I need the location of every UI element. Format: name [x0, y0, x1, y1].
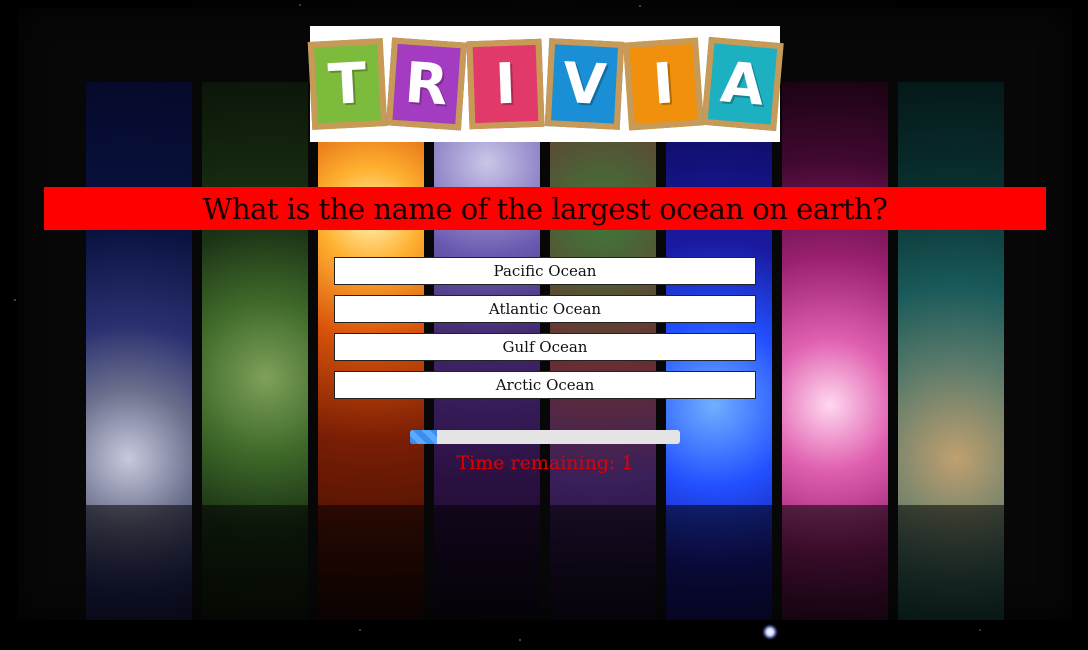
- answer-button[interactable]: Arctic Ocean: [334, 371, 756, 399]
- star-icon: [762, 624, 778, 640]
- trivia-logo: T R I V I A: [307, 26, 784, 142]
- answer-button[interactable]: Atlantic Ocean: [334, 295, 756, 323]
- space-panel: [202, 82, 308, 620]
- space-panel: [898, 82, 1004, 620]
- logo-letter-tile: V: [544, 38, 625, 130]
- answer-button[interactable]: Pacific Ocean: [334, 257, 756, 285]
- game-stage: T R I V I A What is the name of the larg…: [0, 0, 1088, 650]
- time-remaining-text: Time remaining: 1: [456, 452, 634, 474]
- space-panel: [782, 82, 888, 620]
- logo-letter-tile: I: [623, 37, 704, 131]
- time-progress-bar: [410, 430, 680, 444]
- logo-letter-tile: T: [307, 38, 388, 130]
- question-text: What is the name of the largest ocean on…: [202, 191, 888, 226]
- logo-letter-tile: A: [701, 36, 784, 132]
- answer-button[interactable]: Gulf Ocean: [334, 333, 756, 361]
- time-progress-fill: [410, 430, 437, 444]
- logo-letter-tile: I: [466, 38, 545, 130]
- logo-letter-tile: R: [386, 37, 467, 131]
- space-panel: [86, 82, 192, 620]
- question-banner: What is the name of the largest ocean on…: [44, 187, 1046, 230]
- answer-list: Pacific Ocean Atlantic Ocean Gulf Ocean …: [334, 257, 756, 409]
